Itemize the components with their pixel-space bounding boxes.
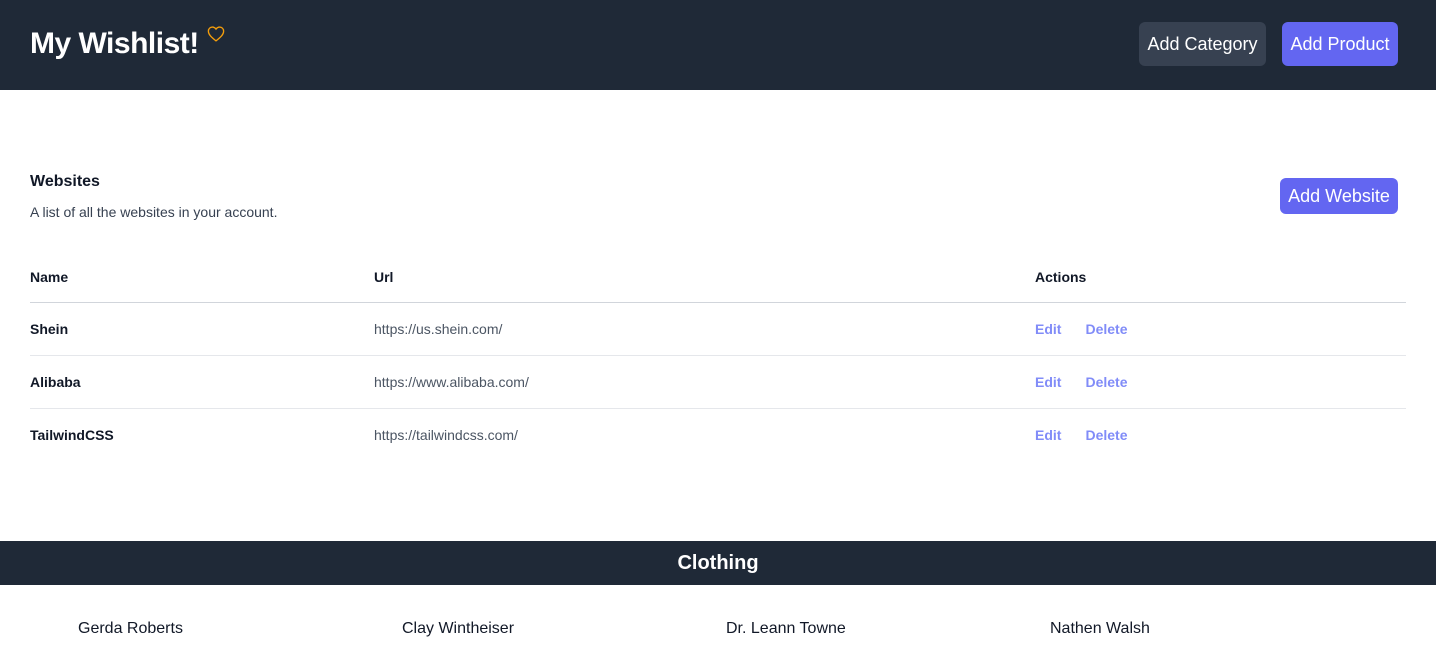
add-website-button[interactable]: Add Website bbox=[1280, 178, 1398, 214]
product-item[interactable]: Clay Wintheiser bbox=[402, 619, 514, 639]
product-list: Gerda Roberts Clay Wintheiser Dr. Leann … bbox=[78, 619, 1378, 643]
website-url: https://us.shein.com/ bbox=[374, 321, 503, 337]
website-name: Shein bbox=[30, 321, 69, 337]
website-name: TailwindCSS bbox=[30, 427, 114, 443]
website-url: https://www.alibaba.com/ bbox=[374, 374, 529, 390]
add-category-button[interactable]: Add Category bbox=[1139, 22, 1266, 66]
product-item[interactable]: Dr. Leann Towne bbox=[726, 619, 846, 639]
websites-description: A list of all the websites in your accou… bbox=[30, 204, 278, 220]
table-row: Alibaba https://www.alibaba.com/ Edit Del… bbox=[30, 356, 1406, 409]
edit-link[interactable]: Edit bbox=[1035, 427, 1061, 443]
column-header-url: Url bbox=[374, 269, 394, 285]
category-header: Clothing bbox=[0, 541, 1436, 585]
website-name: Alibaba bbox=[30, 374, 81, 390]
table-header: Name Url Actions bbox=[30, 258, 1406, 303]
delete-link[interactable]: Delete bbox=[1085, 374, 1127, 390]
edit-link[interactable]: Edit bbox=[1035, 321, 1061, 337]
table-row: Shein https://us.shein.com/ Edit Delete bbox=[30, 303, 1406, 356]
delete-link[interactable]: Delete bbox=[1085, 427, 1127, 443]
product-item[interactable]: Nathen Walsh bbox=[1050, 619, 1150, 639]
websites-table: Name Url Actions Shein https://us.shein.… bbox=[30, 258, 1406, 462]
row-actions: Edit Delete bbox=[1035, 373, 1127, 391]
edit-link[interactable]: Edit bbox=[1035, 374, 1061, 390]
websites-header: Websites A list of all the websites in y… bbox=[30, 172, 277, 222]
heart-icon bbox=[207, 26, 225, 42]
websites-title: Websites bbox=[30, 173, 100, 190]
website-url: https://tailwindcss.com/ bbox=[374, 427, 518, 443]
table-row: TailwindCSS https://tailwindcss.com/ Edi… bbox=[30, 409, 1406, 462]
brand: My Wishlist! bbox=[30, 24, 225, 64]
product-item[interactable]: Gerda Roberts bbox=[78, 619, 183, 639]
column-header-name: Name bbox=[30, 269, 69, 285]
top-navbar: My Wishlist! Add Category Add Product bbox=[0, 0, 1436, 90]
row-actions: Edit Delete bbox=[1035, 320, 1127, 338]
delete-link[interactable]: Delete bbox=[1085, 321, 1127, 337]
app-title: My Wishlist! bbox=[30, 27, 199, 60]
row-actions: Edit Delete bbox=[1035, 426, 1127, 444]
category-title: Clothing bbox=[677, 552, 759, 574]
add-product-button[interactable]: Add Product bbox=[1282, 22, 1398, 66]
column-header-actions: Actions bbox=[1035, 269, 1087, 285]
